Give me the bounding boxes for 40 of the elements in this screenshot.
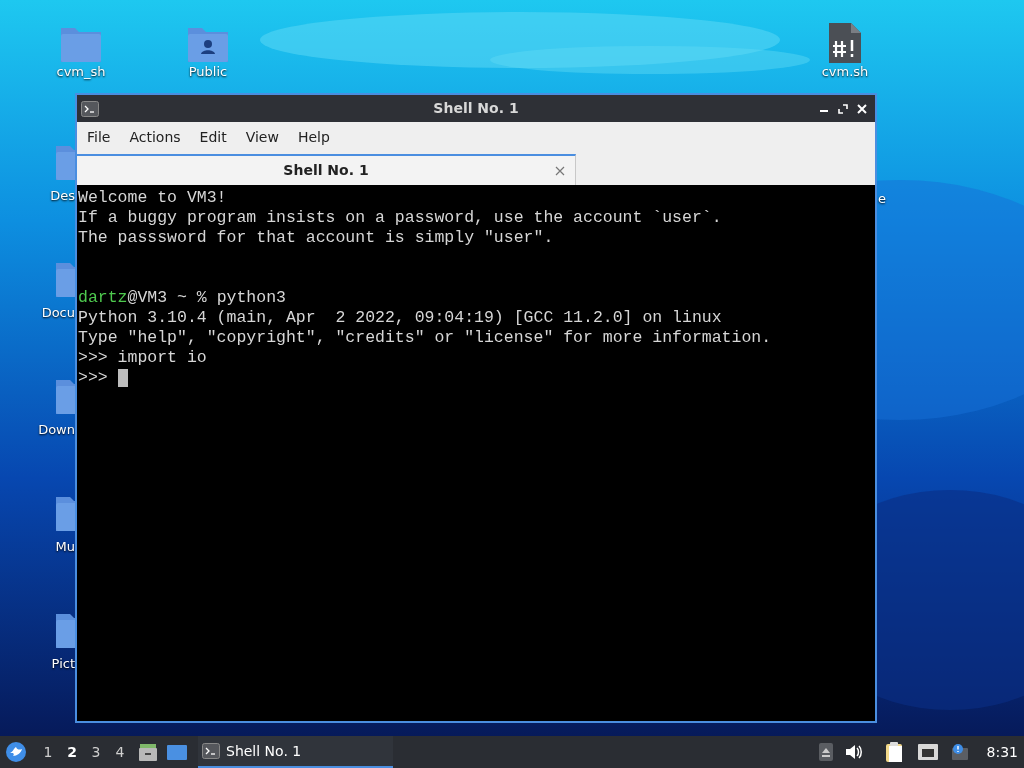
workspace-button[interactable]: 4 (108, 741, 132, 763)
network-icon[interactable] (916, 743, 939, 761)
workspace-button[interactable]: 2 (60, 741, 84, 763)
icon-label[interactable]: e (878, 191, 886, 206)
icon-label[interactable]: Pict (51, 656, 75, 672)
terminal-text: The passsword for that account is simply "user". (78, 228, 554, 248)
terminal-text: Type "help", "copyright", "credits" or "license" for more information. (78, 328, 772, 348)
clipboard-icon[interactable] (884, 741, 905, 763)
maximize-icon[interactable] (838, 103, 848, 114)
workspace-button[interactable]: 3 (84, 741, 108, 763)
clock[interactable]: 8:31 (986, 741, 1018, 763)
terminal-text: If a buggy program insists on a password, use the account `user`. (78, 208, 722, 228)
terminal-text: dartz (78, 288, 128, 308)
notification-icon[interactable] (950, 743, 969, 761)
terminal-icon (202, 743, 220, 759)
tray-expand-icon[interactable] (818, 743, 833, 761)
terminal-text: Welcome to VM3! (78, 188, 227, 208)
menu-item[interactable]: Edit (193, 127, 233, 148)
menu-item[interactable]: Actions (123, 127, 187, 148)
terminal-icon (81, 100, 99, 117)
terminal-area[interactable] (77, 185, 875, 721)
terminal-text: >>> (78, 368, 109, 388)
taskbar-button[interactable]: Shell No. 1 (198, 736, 393, 768)
desktop-icon[interactable] (166, 743, 188, 761)
icon-label[interactable]: Mu (55, 539, 75, 555)
script-file-icon[interactable] (828, 22, 862, 64)
tab[interactable]: Shell No. 1 (77, 154, 576, 185)
file-cabinet-icon[interactable] (138, 742, 158, 762)
menu-item[interactable]: View (239, 127, 285, 148)
window-title: Shell No. 1 (433, 99, 519, 118)
menu-item[interactable]: Help (291, 127, 336, 148)
icon-label[interactable]: Down (38, 422, 75, 438)
start-menu-icon[interactable] (5, 741, 27, 763)
workspace-button[interactable]: 1 (36, 741, 60, 763)
icon-label[interactable]: Docu (41, 305, 75, 321)
volume-icon[interactable] (844, 744, 863, 760)
terminal-text: Python 3.10.4 (main, Apr 2 2022, 09:04:19) [GCC 11.2.0] on linux (78, 308, 722, 328)
menu-item[interactable]: File (81, 127, 117, 148)
terminal-text: >>> import io (78, 348, 207, 368)
terminal-text: @VM3 ~ % python3 (127, 288, 286, 308)
